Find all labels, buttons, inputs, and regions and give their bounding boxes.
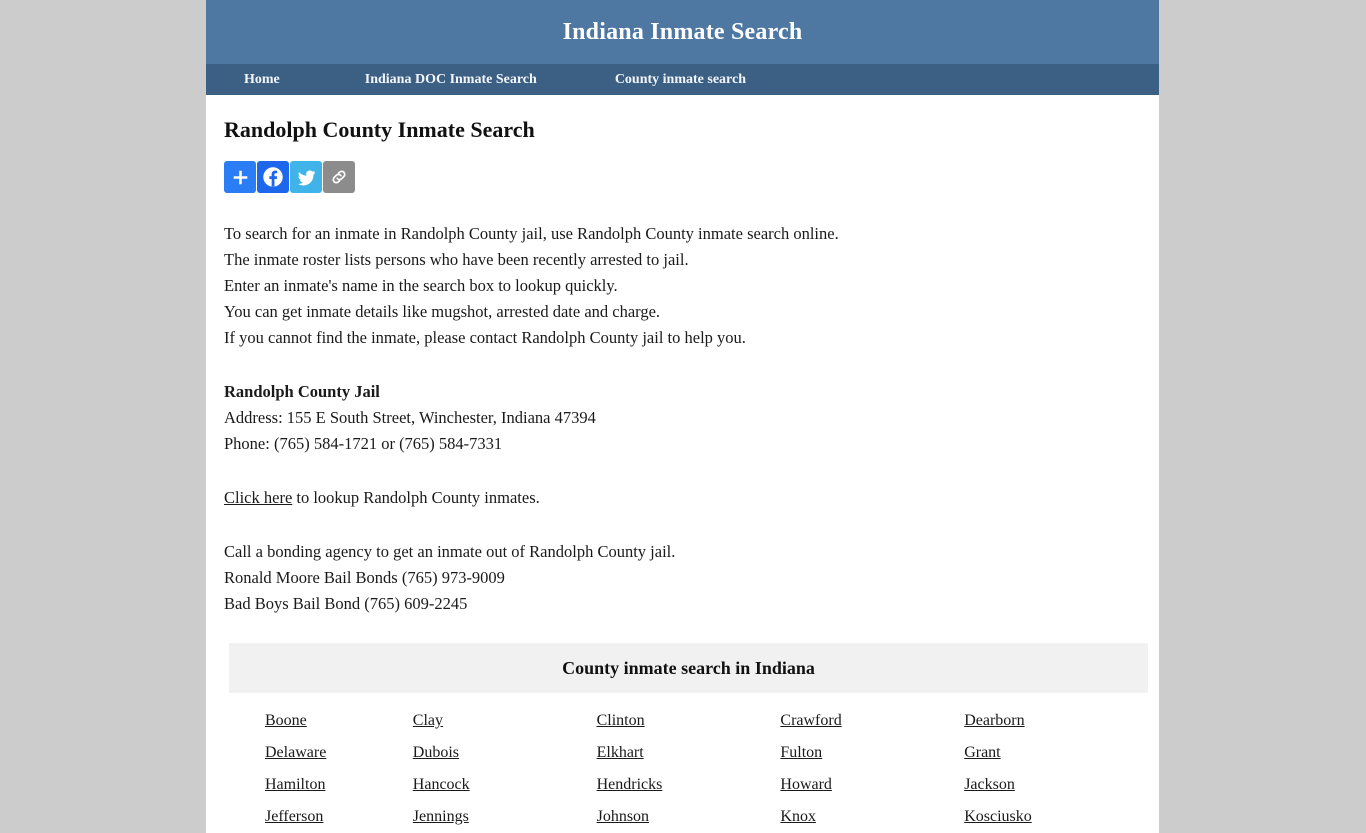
bonding-line: Call a bonding agency to get an inmate o…	[224, 542, 676, 561]
county-link-hamilton[interactable]: Hamilton	[265, 776, 325, 793]
jail-name: Randolph County Jail	[224, 382, 380, 401]
table-row: Boone Clay Clinton Crawford Dearborn	[229, 705, 1148, 737]
county-table-header-row: County inmate search in Indiana	[229, 643, 1148, 693]
share-facebook-button[interactable]	[257, 161, 289, 193]
jail-phone: Phone: (765) 584-1721 or (765) 584-7331	[224, 434, 503, 453]
page-title: Randolph County Inmate Search	[224, 117, 535, 142]
click-here-link[interactable]: Click here	[224, 488, 292, 507]
nav-item-doc-inmate-search[interactable]: Indiana DOC Inmate Search	[365, 72, 537, 88]
intro-line: You can get inmate details like mugshot,…	[224, 302, 661, 321]
twitter-icon	[296, 167, 317, 188]
plus-icon	[231, 168, 250, 187]
county-link-clay[interactable]: Clay	[413, 712, 443, 729]
bonding-line: Bad Boys Bail Bond (765) 609-2245	[224, 594, 468, 613]
county-link-jackson[interactable]: Jackson	[964, 776, 1015, 793]
county-link-crawford[interactable]: Crawford	[780, 712, 841, 729]
county-table-title: County inmate search in Indiana	[229, 643, 1148, 693]
table-row: Jefferson Jennings Johnson Knox Kosciusk…	[229, 801, 1148, 833]
bonding-line: Ronald Moore Bail Bonds (765) 973-9009	[224, 568, 505, 587]
share-addthis-button[interactable]	[224, 161, 256, 193]
county-search-table: County inmate search in Indiana Boone Cl…	[229, 643, 1148, 833]
county-link-johnson[interactable]: Johnson	[597, 808, 649, 825]
county-link-grant[interactable]: Grant	[964, 744, 1000, 761]
intro-line: The inmate roster lists persons who have…	[224, 250, 689, 269]
county-link-hendricks[interactable]: Hendricks	[597, 776, 663, 793]
sidebar-item-home[interactable]: Home	[244, 72, 280, 88]
share-copy-link-button[interactable]	[323, 161, 355, 193]
county-link-boone[interactable]: Boone	[265, 712, 307, 729]
county-link-dearborn[interactable]: Dearborn	[964, 712, 1024, 729]
county-link-elkhart[interactable]: Elkhart	[597, 744, 644, 761]
county-link-delaware[interactable]: Delaware	[265, 744, 326, 761]
main-content: Randolph County Inmate Search To search …	[206, 95, 1159, 833]
intro-paragraph: To search for an inmate in Randolph Coun…	[224, 221, 1141, 351]
intro-line: If you cannot find the inmate, please co…	[224, 328, 746, 347]
county-link-clinton[interactable]: Clinton	[597, 712, 645, 729]
bonding-agencies: Call a bonding agency to get an inmate o…	[224, 539, 1141, 617]
share-buttons-row	[224, 161, 1141, 193]
table-row: Hamilton Hancock Hendricks Howard Jackso…	[229, 769, 1148, 801]
site-title: Indiana Inmate Search	[562, 18, 803, 45]
site-header: Indiana Inmate Search	[206, 0, 1159, 64]
county-link-kosciusko[interactable]: Kosciusko	[964, 808, 1032, 825]
intro-line: Enter an inmate's name in the search box…	[224, 276, 618, 295]
county-link-dubois[interactable]: Dubois	[413, 744, 459, 761]
county-link-jefferson[interactable]: Jefferson	[265, 808, 323, 825]
table-spacer-row	[229, 693, 1148, 705]
main-navigation: Home Indiana DOC Inmate Search County in…	[206, 64, 1159, 95]
county-link-howard[interactable]: Howard	[780, 776, 832, 793]
page-container: Indiana Inmate Search Home Indiana DOC I…	[206, 0, 1159, 833]
lookup-paragraph: Click here to lookup Randolph County inm…	[224, 485, 1141, 511]
lookup-suffix: to lookup Randolph County inmates.	[292, 488, 540, 507]
county-link-knox[interactable]: Knox	[780, 808, 816, 825]
lookup-line: Click here to lookup Randolph County inm…	[224, 485, 1141, 511]
link-icon	[329, 167, 349, 187]
county-link-fulton[interactable]: Fulton	[780, 744, 822, 761]
facebook-icon	[262, 166, 284, 188]
jail-details: Randolph County Jail Address: 155 E Sout…	[224, 379, 1141, 457]
intro-line: To search for an inmate in Randolph Coun…	[224, 224, 839, 243]
jail-address: Address: 155 E South Street, Winchester,…	[224, 408, 596, 427]
county-link-hancock[interactable]: Hancock	[413, 776, 470, 793]
share-twitter-button[interactable]	[290, 161, 322, 193]
county-link-jennings[interactable]: Jennings	[413, 808, 469, 825]
table-row: Delaware Dubois Elkhart Fulton Grant	[229, 737, 1148, 769]
nav-item-county-inmate-search[interactable]: County inmate search	[615, 72, 746, 88]
